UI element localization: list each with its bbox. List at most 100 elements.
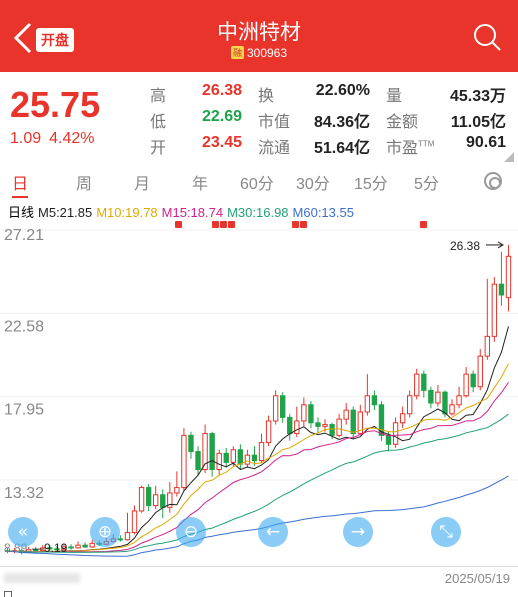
candle-body [181, 434, 187, 489]
stat-value: 90.61 [465, 134, 506, 151]
tab-2[interactable]: 周 [76, 170, 92, 194]
candle-body [160, 494, 166, 508]
candle-body [258, 442, 265, 462]
candle-body [216, 452, 222, 471]
search-icon[interactable] [470, 20, 504, 54]
candle-body [174, 487, 180, 494]
candlestick-chart[interactable]: 27.2122.5817.9513.3226.388.89 —9.19 [0, 218, 518, 563]
candle-body [421, 373, 427, 391]
tab-8[interactable]: 5分 [414, 170, 439, 194]
tab-6[interactable]: 30分 [296, 170, 330, 194]
stock-name: 中洲特材 [217, 21, 301, 44]
candle-body [428, 389, 434, 404]
candle-body [230, 449, 236, 463]
y-axis-label: 17.95 [4, 402, 44, 419]
candle-body [82, 544, 88, 548]
stat-label: 市值 [258, 114, 291, 131]
stat-label: 开 [150, 140, 167, 157]
stat-value: 22.69 [201, 108, 242, 125]
zoom-out-icon[interactable]: ⊖ [176, 517, 206, 547]
tab-1[interactable]: 日 [12, 170, 29, 198]
settings-icon[interactable] [484, 172, 502, 190]
change-amount: 1.09 [10, 130, 42, 147]
candle-body [265, 420, 272, 444]
candle-body [449, 404, 455, 415]
candle-body [287, 416, 293, 435]
candle-body [138, 487, 145, 512]
end-date: 2025/05/19 [444, 571, 510, 586]
candle-body [237, 449, 244, 465]
candle-body [145, 487, 152, 507]
candle-body [251, 454, 258, 462]
candle-body [68, 546, 74, 549]
candle-body [124, 532, 131, 541]
low-price-annotation: —9.19 [32, 541, 68, 555]
change-percent: 4.42% [49, 130, 95, 147]
candle-body [505, 255, 512, 299]
zoom-in-icon[interactable]: ⊕ [90, 517, 120, 547]
stat-value: 22.60% [315, 82, 370, 99]
candle-body [209, 433, 215, 471]
stat-value: 23.45 [201, 134, 242, 151]
candle-body [484, 335, 490, 357]
stat-label: 流通 [258, 140, 291, 157]
candle-body [272, 395, 279, 422]
candle-body [442, 391, 448, 415]
candle-body [407, 395, 413, 415]
move-right-icon[interactable]: → [343, 517, 373, 547]
app-header: 开盘 中洲特材 融 300963 [0, 0, 518, 72]
stat-label: 金额 [386, 114, 419, 131]
tab-5[interactable]: 60分 [240, 170, 274, 194]
ma-line-m60 [7, 475, 509, 557]
candle-body [301, 404, 307, 422]
stat-label: 市盈TTM [386, 139, 435, 157]
move-left-icon[interactable]: ← [258, 517, 288, 547]
start-date-blurred [4, 573, 80, 583]
high-price-annotation: 26.38 [450, 239, 480, 253]
stat-label: 量 [386, 88, 403, 105]
candle-body [153, 494, 159, 507]
candle-body [336, 418, 342, 436]
candle-body [371, 395, 378, 406]
candle-body [463, 373, 469, 397]
fullscreen-icon[interactable]: ⤡ [431, 517, 461, 547]
stat-value: 84.36亿 [313, 114, 370, 131]
margin-trading-badge: 融 [230, 46, 244, 59]
candle-body [329, 424, 335, 436]
current-price: 25.75 [10, 84, 101, 125]
stat-value: 51.64亿 [313, 140, 370, 157]
candle-body [280, 395, 286, 418]
bottom-tab[interactable] [4, 591, 12, 597]
y-axis-label: 22.58 [4, 318, 44, 335]
event-marker-icon [292, 221, 299, 228]
tab-7[interactable]: 15分 [354, 170, 388, 194]
candle-body [435, 391, 441, 404]
candle-body [414, 373, 420, 397]
quote-panel: 25.75 1.09 4.42% 高 26.38 换 22.60% 量 45.33万低 22.… [0, 72, 518, 164]
candle-body [364, 395, 371, 413]
candle-body [491, 283, 498, 337]
expand-corner-icon[interactable] [504, 152, 514, 162]
stock-code-line: 融 300963 [0, 46, 518, 60]
tab-4[interactable]: 年 [192, 170, 208, 194]
candle-body [322, 424, 328, 427]
candle-body [456, 395, 462, 406]
candle-body [350, 409, 356, 435]
stat-value: 45.33万 [449, 88, 506, 105]
period-tabs: 日 周 月 年 60分 30分 15分 5分 [0, 164, 518, 198]
price-change: 1.09 4.42% [10, 130, 95, 148]
stat-value: 11.05亿 [450, 114, 506, 131]
event-marker-icon [175, 221, 182, 228]
stat-label: 低 [150, 114, 167, 131]
candle-body [498, 283, 505, 296]
tab-3[interactable]: 月 [134, 170, 150, 194]
candle-body [315, 422, 321, 427]
candle-body [195, 451, 201, 471]
scroll-left-fast-icon[interactable]: « [8, 517, 38, 547]
candle-body [399, 413, 406, 424]
candle-body [188, 434, 194, 453]
stock-code: 300963 [246, 46, 288, 60]
event-marker-icon [420, 221, 427, 228]
candle-body [117, 538, 124, 541]
chart-footer: 2025/05/19 [0, 566, 518, 597]
